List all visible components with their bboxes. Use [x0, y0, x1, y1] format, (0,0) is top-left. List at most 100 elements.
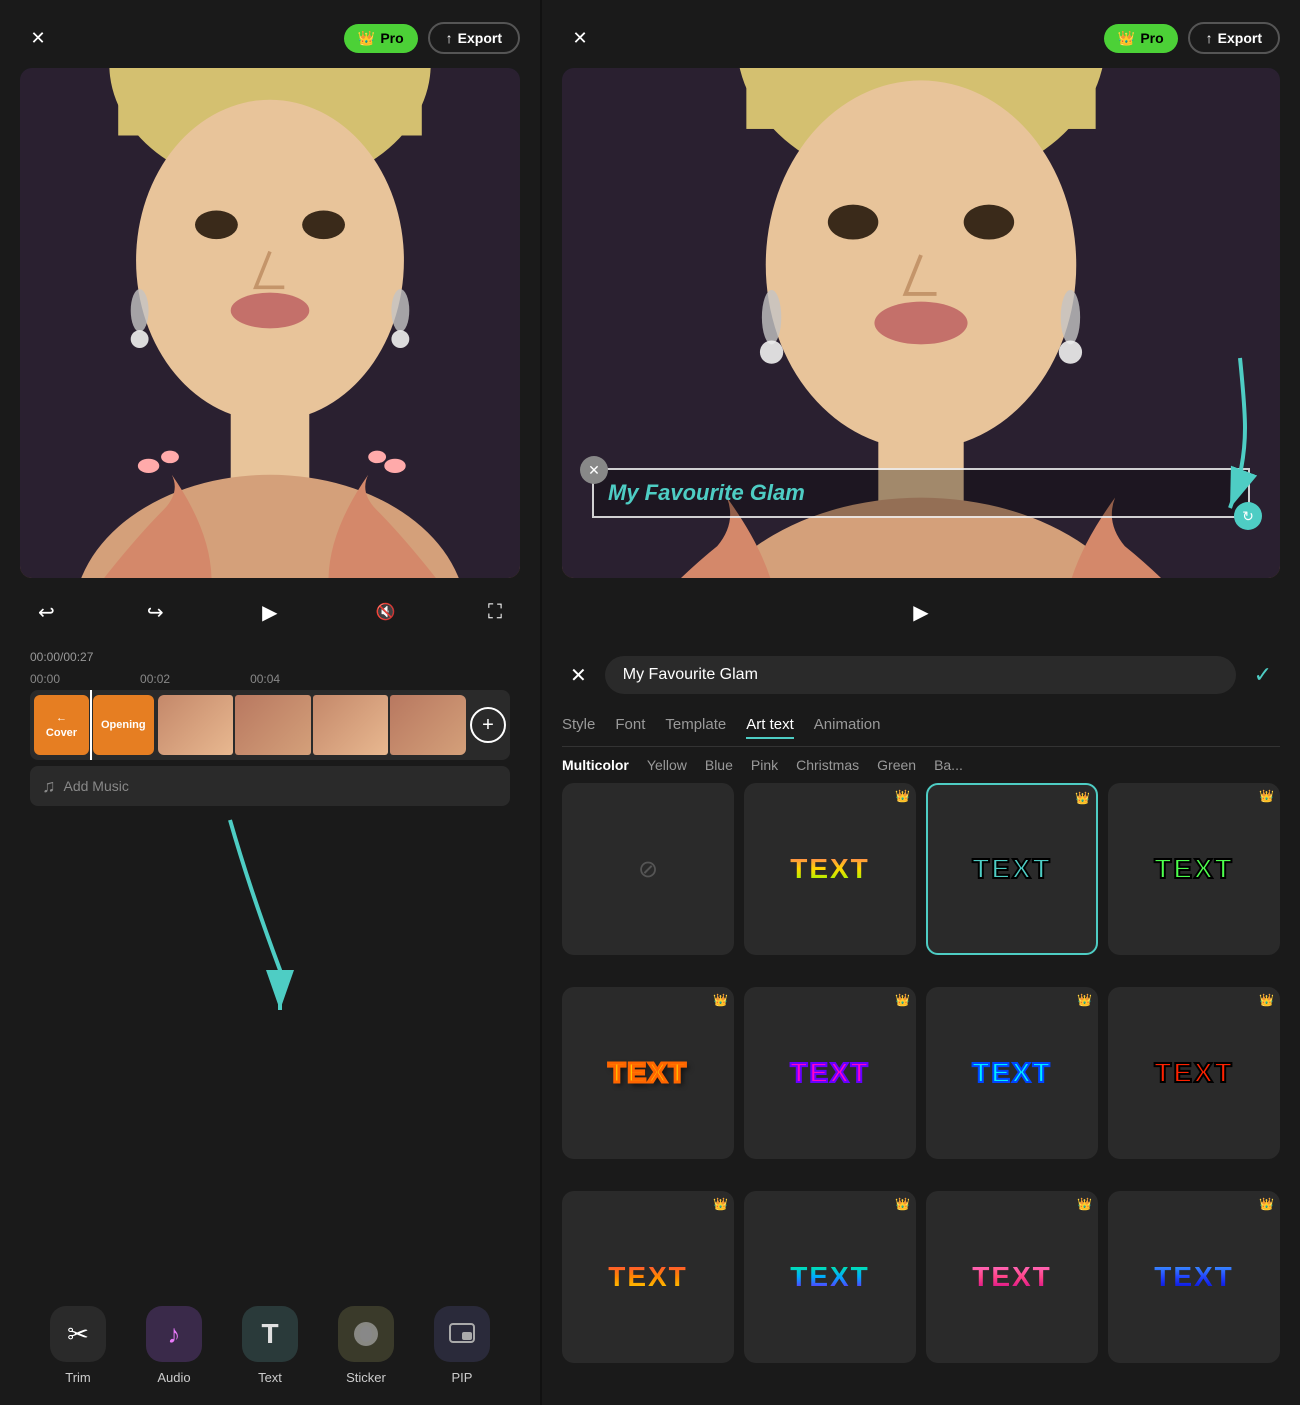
sticker-tool[interactable]: Sticker	[338, 1306, 394, 1385]
add-clip-button[interactable]: +	[470, 707, 506, 743]
style-cell-none[interactable]: ⊘	[562, 783, 734, 955]
tab-font[interactable]: Font	[615, 712, 645, 738]
crown-icon-2: 👑	[1075, 791, 1090, 805]
style-cell-10[interactable]: 👑 TEXT	[926, 1191, 1098, 1363]
text-input-field[interactable]	[605, 656, 1236, 694]
right-export-button[interactable]: ↑ Export	[1188, 22, 1280, 54]
text-icon-display: T	[242, 1306, 298, 1362]
mute-button[interactable]: 🔇	[368, 598, 404, 626]
text-style-grid: ⊘ 👑 TEXT 👑 TEXT 👑 TEXT 👑 TEXT 👑 TEXT	[562, 783, 1280, 1405]
left-arrow	[200, 810, 330, 1040]
right-video-preview: ✕ My Favourite Glam ↻	[562, 68, 1280, 578]
text-overlay-resize-handle[interactable]: ↻	[1234, 502, 1262, 530]
crown-icon-5: 👑	[895, 993, 910, 1007]
style-preview-2: TEXT	[972, 853, 1052, 885]
cover-arrow-icon: ←	[56, 712, 67, 724]
style-preview-4: TEXT	[608, 1057, 688, 1089]
right-close-button[interactable]: ✕	[562, 20, 598, 56]
cover-track-label: ← Cover	[34, 695, 89, 755]
marker-0: 00:00	[30, 672, 60, 686]
filter-christmas[interactable]: Christmas	[796, 757, 859, 773]
crown-icon-9: 👑	[895, 1197, 910, 1211]
right-controls-bar: ▶	[562, 578, 1280, 646]
pip-tool[interactable]: PIP	[434, 1306, 490, 1385]
pro-label: Pro	[380, 30, 403, 46]
left-close-button[interactable]: ✕	[20, 20, 56, 56]
filter-green[interactable]: Green	[877, 757, 916, 773]
marker-1: 00:02	[140, 672, 170, 686]
filter-yellow[interactable]: Yellow	[647, 757, 687, 773]
style-cell-1[interactable]: 👑 TEXT	[744, 783, 916, 955]
style-cell-9[interactable]: 👑 TEXT	[744, 1191, 916, 1363]
style-preview-9: TEXT	[790, 1261, 870, 1293]
filter-multicolor[interactable]: Multicolor	[562, 757, 629, 773]
audio-tool[interactable]: ♪ Audio	[146, 1306, 202, 1385]
timeline-cursor	[90, 690, 92, 760]
crown-icon: 👑	[358, 30, 375, 47]
style-cell-4[interactable]: 👑 TEXT	[562, 987, 734, 1159]
right-pro-label: Pro	[1140, 30, 1163, 46]
left-header-actions: 👑 Pro ↑ Export	[344, 22, 520, 54]
fullscreen-button[interactable]: ⛶	[480, 597, 510, 628]
crown-icon-7: 👑	[1259, 993, 1274, 1007]
style-cell-11[interactable]: 👑 TEXT	[1108, 1191, 1280, 1363]
add-music-track[interactable]: ♫ Add Music	[30, 766, 510, 806]
cover-label: Cover	[46, 727, 77, 739]
undo-button[interactable]: ↩	[30, 596, 63, 629]
right-pro-badge[interactable]: 👑 Pro	[1104, 24, 1178, 53]
pro-badge[interactable]: 👑 Pro	[344, 24, 418, 53]
left-play-button[interactable]: ▶	[248, 590, 292, 634]
crown-icon-4: 👑	[713, 993, 728, 1007]
filter-pink[interactable]: Pink	[751, 757, 778, 773]
redo-button[interactable]: ↪	[139, 596, 172, 629]
text-edit-bar: ✕ ✓	[562, 646, 1280, 704]
text-edit-close-button[interactable]: ✕	[562, 659, 595, 692]
style-cell-5[interactable]: 👑 TEXT	[744, 987, 916, 1159]
text-label: Text	[258, 1370, 282, 1385]
audio-label: Audio	[157, 1370, 190, 1385]
tab-style[interactable]: Style	[562, 712, 595, 738]
right-header-actions: 👑 Pro ↑ Export	[1104, 22, 1280, 54]
video-timeline-track[interactable]: ← Cover Opening +	[30, 690, 510, 760]
left-controls-bar: ↩ ↪ ▶ 🔇 ⛶	[20, 578, 520, 646]
crown-icon-3: 👑	[1259, 789, 1274, 803]
crown-icon-6: 👑	[1077, 993, 1092, 1007]
right-play-button[interactable]: ▶	[899, 590, 943, 634]
left-video-face	[20, 68, 520, 578]
current-time: 00:00	[30, 650, 60, 664]
tab-art-text[interactable]: Art text	[746, 712, 794, 739]
filter-tabs: Multicolor Yellow Blue Pink Christmas Gr…	[562, 747, 1280, 783]
style-preview-8: TEXT	[608, 1261, 688, 1293]
export-button[interactable]: ↑ Export	[428, 22, 520, 54]
crown-icon-11: 👑	[1259, 1197, 1274, 1211]
left-panel: ✕ 👑 Pro ↑ Export	[0, 0, 540, 1405]
style-cell-3[interactable]: 👑 TEXT	[1108, 783, 1280, 955]
right-export-label: Export	[1218, 30, 1262, 46]
filter-blue[interactable]: Blue	[705, 757, 733, 773]
export-icon: ↑	[446, 30, 453, 46]
style-tabs: Style Font Template Art text Animation	[562, 704, 1280, 747]
crown-icon-10: 👑	[1077, 1197, 1092, 1211]
crown-icon-1: 👑	[895, 789, 910, 803]
add-music-label: Add Music	[64, 778, 129, 794]
sticker-label: Sticker	[346, 1370, 386, 1385]
style-cell-7[interactable]: 👑 TEXT	[1108, 987, 1280, 1159]
left-header: ✕ 👑 Pro ↑ Export	[20, 20, 520, 56]
text-confirm-button[interactable]: ✓	[1246, 658, 1280, 692]
style-cell-8[interactable]: 👑 TEXT	[562, 1191, 734, 1363]
text-tool[interactable]: T Text	[242, 1306, 298, 1385]
thumbnail-1	[158, 695, 234, 755]
tab-template[interactable]: Template	[665, 712, 726, 738]
app-container: ✕ 👑 Pro ↑ Export	[0, 0, 1300, 1405]
text-overlay-box[interactable]: ✕ My Favourite Glam ↻	[592, 468, 1250, 518]
track-thumbnails	[158, 695, 466, 755]
style-preview-3: TEXT	[1154, 853, 1234, 885]
bottom-toolbar: ✂ Trim ♪ Audio T Text Sticker	[20, 1286, 520, 1405]
timeline-section: 00:00 / 00:27 00:00 00:02 00:04 ← Cover …	[20, 646, 520, 822]
trim-tool[interactable]: ✂ Trim	[50, 1306, 106, 1385]
style-cell-2[interactable]: 👑 TEXT	[926, 783, 1098, 955]
text-overlay-close-button[interactable]: ✕	[580, 456, 608, 484]
tab-animation[interactable]: Animation	[814, 712, 881, 738]
filter-basic[interactable]: Ba...	[934, 757, 963, 773]
style-cell-6[interactable]: 👑 TEXT	[926, 987, 1098, 1159]
